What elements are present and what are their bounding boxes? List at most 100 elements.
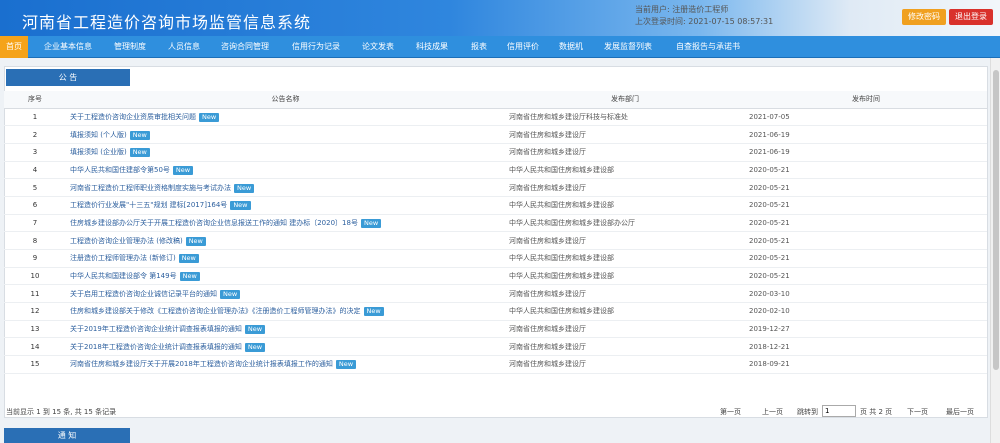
notice-link[interactable]: 住房城乡建设部办公厅关于开展工程造价咨询企业信息报送工作的通知 建办标〔2020…: [70, 219, 358, 227]
table-row: 5 河南省工程造价工程师职业资格制度实施与考试办法 New 河南省住房和城乡建设厅 20…: [4, 178, 987, 197]
notice-name-cell: 住房和城乡建设部关于修改《工程造价咨询企业管理办法》《注册造价工程师管理办法》的…: [66, 302, 505, 321]
prev-page-button[interactable]: 上一页: [762, 407, 783, 417]
notice-name-cell: 填报须知 (企业版) New: [66, 143, 505, 162]
row-department: 中华人民共和国住房和城乡建设部: [505, 161, 745, 180]
notice-link[interactable]: 工程造价行业发展"十三五"规划 建标[2017]164号: [70, 201, 227, 209]
first-page-button[interactable]: 第一页: [720, 407, 741, 417]
nav-papers[interactable]: 论文发表: [362, 36, 394, 58]
nav-contract-mgmt[interactable]: 咨询合同管理: [221, 36, 269, 58]
notice-section-title: 公 告: [6, 69, 130, 86]
page-scrollbar[interactable]: [990, 58, 1000, 443]
row-index: 6: [4, 196, 66, 215]
next-page-button[interactable]: 下一页: [907, 407, 928, 417]
notice-link[interactable]: 中华人民共和国住建部令第50号: [70, 166, 170, 174]
change-password-button[interactable]: 修改密码: [902, 9, 946, 25]
nav-company-info[interactable]: 企业基本信息: [44, 36, 92, 58]
notice-link[interactable]: 工程造价咨询企业管理办法 (修改稿): [70, 237, 183, 245]
notice-name-cell: 中华人民共和国建设部令 第149号 New: [66, 267, 505, 286]
page-count-label: 页 共 2 页: [860, 408, 893, 416]
row-index: 15: [4, 355, 66, 374]
notice-name-cell: 关于启用工程造价咨询企业诚信记录平台的通知 New: [66, 284, 505, 304]
notice-name-cell: 河南省工程造价工程师职业资格制度实施与考试办法 New: [66, 178, 505, 197]
row-department: 中华人民共和国住房和城乡建设部办公厅: [505, 214, 745, 233]
app-header: 河南省工程造价咨询市场监管信息系统 当前用户: 注册造价工程师 上次登录时间: …: [0, 0, 1000, 36]
row-date: 2020-05-21: [745, 196, 987, 215]
new-badge: New: [244, 342, 266, 352]
notice-name-cell: 工程造价咨询企业管理办法 (修改稿) New: [66, 231, 505, 250]
row-department: 河南省住房和城乡建设厅: [505, 320, 745, 339]
notice-link[interactable]: 关于启用工程造价咨询企业诚信记录平台的通知: [70, 290, 217, 298]
notice-link[interactable]: 中华人民共和国建设部令 第149号: [70, 272, 177, 280]
logout-button[interactable]: 退出登录: [949, 9, 993, 25]
notice-name-cell: 住房城乡建设部办公厅关于开展工程造价咨询企业信息报送工作的通知 建办标〔2020…: [66, 214, 505, 233]
row-index: 8: [4, 231, 66, 250]
row-index: 13: [4, 320, 66, 339]
notice-name-cell: 填报须知 (个人版) New: [66, 125, 505, 144]
notice-name-cell: 关于2018年工程造价咨询企业统计调查报表填报的通知 New: [66, 337, 505, 357]
row-department: 河南省住房和城乡建设厅: [505, 143, 745, 162]
nav-credit-evaluation[interactable]: 信用评价: [507, 36, 539, 58]
row-date: 2020-05-21: [745, 161, 987, 180]
nav-personnel[interactable]: 人员信息: [168, 36, 200, 58]
row-date: 2021-06-19: [745, 125, 987, 144]
row-date: 2021-06-19: [745, 143, 987, 162]
row-index: 3: [4, 143, 66, 162]
table-row: 15 河南省住房和城乡建设厅关于开展2018年工程造价咨询企业统计报表填报工作的通…: [4, 355, 987, 374]
row-index: 2: [4, 125, 66, 144]
row-department: 河南省住房和城乡建设厅: [505, 337, 745, 357]
goto-label: 跳转到: [797, 408, 818, 416]
table-row: 4 中华人民共和国住建部令第50号 New 中华人民共和国住房和城乡建设部 2020-0…: [4, 161, 987, 180]
notice-table: 序号 公告名称 发布部门 发布时间 1 关于工程造价咨询企业资质审批相关问题 New…: [4, 91, 987, 374]
notice-link[interactable]: 关于2019年工程造价咨询企业统计调查报表填报的通知: [70, 325, 242, 333]
notice-link[interactable]: 关于工程造价咨询企业资质审批相关问题: [70, 113, 196, 121]
notice-link[interactable]: 住房和城乡建设部关于修改《工程造价咨询企业管理办法》《注册造价工程师管理办法》的…: [70, 307, 361, 315]
new-badge: New: [129, 148, 150, 158]
nav-reports[interactable]: 报表: [471, 36, 487, 58]
table-row: 13 关于2019年工程造价咨询企业统计调查报表填报的通知 New 河南省住房和城乡建…: [4, 320, 987, 339]
row-department: 中华人民共和国住房和城乡建设部: [505, 302, 745, 321]
notice-link[interactable]: 河南省住房和城乡建设厅关于开展2018年工程造价咨询企业统计报表填报工作的通知: [70, 360, 333, 368]
nav-credit-records[interactable]: 信用行为记录: [292, 36, 340, 58]
current-user-label: 当前用户: 注册造价工程师: [635, 5, 729, 14]
row-department: 中华人民共和国住房和城乡建设部: [505, 196, 745, 215]
nav-home[interactable]: 首页: [0, 36, 28, 58]
notice-link[interactable]: 河南省工程造价工程师职业资格制度实施与考试办法: [70, 184, 231, 192]
page-number-input[interactable]: [822, 405, 856, 417]
new-badge: New: [363, 307, 384, 317]
column-header-date: 发布时间: [745, 91, 987, 109]
row-index: 4: [4, 161, 66, 180]
new-badge: New: [335, 360, 357, 370]
table-row: 7 住房城乡建设部办公厅关于开展工程造价咨询企业信息报送工作的通知 建办标〔202…: [4, 214, 987, 233]
notification-section-title: 通 知: [4, 428, 130, 443]
row-date: 2019-12-27: [745, 320, 987, 339]
scrollbar-thumb[interactable]: [993, 70, 999, 370]
new-badge: New: [172, 165, 194, 175]
row-index: 14: [4, 337, 66, 357]
row-index: 9: [4, 249, 66, 268]
table-row: 2 填报须知 (个人版) New 河南省住房和城乡建设厅 2021-06-19: [4, 125, 987, 144]
nav-self-check[interactable]: 自查报告与承诺书: [676, 36, 740, 58]
table-row: 8 工程造价咨询企业管理办法 (修改稿) New 河南省住房和城乡建设厅 2020-05…: [4, 231, 987, 250]
column-header-department: 发布部门: [505, 91, 745, 109]
row-date: 2020-05-21: [745, 178, 987, 197]
notice-link[interactable]: 填报须知 (个人版): [70, 131, 127, 139]
notice-name-cell: 河南省住房和城乡建设厅关于开展2018年工程造价咨询企业统计报表填报工作的通知 N…: [66, 355, 505, 374]
new-badge: New: [360, 218, 382, 228]
notice-link[interactable]: 关于2018年工程造价咨询企业统计调查报表填报的通知: [70, 343, 242, 351]
row-department: 河南省住房和城乡建设厅: [505, 355, 745, 374]
table-row: 1 关于工程造价咨询企业资质审批相关问题 New 河南省住房和城乡建设厅科技与标准处 2…: [4, 108, 987, 127]
last-page-button[interactable]: 最后一页: [946, 407, 974, 417]
nav-supervision-list[interactable]: 发展监督列表: [604, 36, 652, 58]
new-badge: New: [129, 130, 150, 140]
table-row: 14 关于2018年工程造价咨询企业统计调查报表填报的通知 New 河南省住房和城乡建…: [4, 337, 987, 357]
notice-link[interactable]: 注册造价工程师管理办法 (新修订): [70, 254, 176, 262]
nav-management-system[interactable]: 管理制度: [114, 36, 146, 58]
table-row: 6 工程造价行业发展"十三五"规划 建标[2017]164号 New 中华人民共和国住…: [4, 196, 987, 215]
row-department: 河南省住房和城乡建设厅科技与标准处: [505, 108, 745, 127]
nav-data[interactable]: 数据机: [559, 36, 583, 58]
column-header-name: 公告名称: [66, 91, 505, 109]
notice-link[interactable]: 填报须知 (企业版): [70, 148, 127, 156]
nav-tech-results[interactable]: 科技成果: [416, 36, 448, 58]
table-row: 11 关于启用工程造价咨询企业诚信记录平台的通知 New 河南省住房和城乡建设厅 202…: [4, 284, 987, 304]
notice-name-cell: 注册造价工程师管理办法 (新修订) New: [66, 249, 505, 268]
